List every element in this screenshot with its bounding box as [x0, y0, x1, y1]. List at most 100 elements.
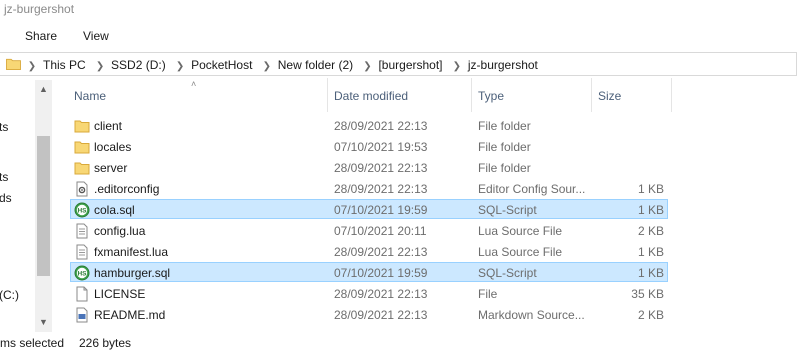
file-row[interactable]: LICENSE 28/09/2021 22:13 File 35 KB — [70, 283, 668, 303]
file-name: locales — [94, 140, 132, 154]
sql-script-icon: HS — [74, 202, 90, 218]
config-file-icon — [76, 181, 88, 197]
markdown-file-icon — [76, 307, 88, 323]
svg-text:HS: HS — [77, 271, 87, 278]
column-header-label: Size — [598, 89, 622, 103]
file-size: 1 KB — [637, 182, 664, 196]
breadcrumb-item[interactable]: [burgershot] — [375, 58, 445, 72]
selection-size: 226 bytes — [79, 336, 132, 350]
breadcrumb-item[interactable]: SSD2 (D:) — [108, 58, 169, 72]
ribbon: Share View — [0, 22, 799, 48]
folder-icon — [74, 141, 90, 154]
scroll-up-icon[interactable]: ▲ — [35, 84, 52, 94]
nav-item[interactable]: ts — [0, 170, 8, 184]
chevron-right-icon: ❯ — [27, 61, 37, 72]
status-bar: ms selected 226 bytes — [0, 332, 799, 353]
title-bar: jz-burgershot — [0, 0, 799, 22]
file-size: 2 KB — [637, 308, 664, 322]
file-date-modified: 07/10/2021 19:59 — [334, 266, 428, 280]
nav-item-drive-c[interactable]: (C:) — [0, 288, 19, 302]
column-header-type[interactable]: Type — [472, 78, 592, 112]
file-size: 1 KB — [637, 266, 664, 280]
file-type: Lua Source File — [478, 224, 563, 238]
file-size: 35 KB — [631, 287, 664, 301]
chevron-right-icon[interactable]: ❯ — [259, 61, 275, 72]
folder-icon — [74, 120, 90, 133]
column-header-label: Type — [478, 89, 505, 103]
file-row[interactable]: HS cola.sql 07/10/2021 19:59 SQL-Script 1 KB — [70, 199, 668, 219]
file-size: 1 KB — [637, 245, 664, 259]
breadcrumb: ❯ This PC ❯ SSD2 (D:) ❯ PocketHost ❯ New fol… — [24, 58, 541, 72]
column-header-name[interactable]: Name — [68, 78, 328, 112]
file-date-modified: 28/09/2021 22:13 — [334, 308, 428, 322]
scroll-down-icon[interactable]: ▼ — [35, 317, 52, 327]
file-type: File folder — [478, 119, 531, 133]
file-name: server — [94, 161, 128, 175]
file-row[interactable]: server 28/09/2021 22:13 File folder — [70, 157, 668, 177]
chevron-right-icon[interactable]: ❯ — [92, 61, 108, 72]
svg-text:HS: HS — [77, 208, 87, 215]
file-name: LICENSE — [94, 287, 146, 301]
column-header-label: Date modified — [334, 89, 409, 103]
nav-scrollbar[interactable]: ▲ ▼ — [35, 80, 52, 332]
breadcrumb-item[interactable]: PocketHost — [188, 58, 255, 72]
column-header-size[interactable]: Size — [592, 78, 672, 112]
tab-share[interactable]: Share — [25, 29, 57, 43]
file-row[interactable]: locales 07/10/2021 19:53 File folder — [70, 136, 668, 156]
breadcrumb-item[interactable]: This PC — [40, 58, 89, 72]
column-header-date[interactable]: Date modified — [328, 78, 472, 112]
file-type: Editor Config Sour... — [478, 182, 586, 196]
file-name: client — [94, 119, 123, 133]
file-type: SQL-Script — [478, 203, 537, 217]
file-date-modified: 28/09/2021 22:13 — [334, 287, 428, 301]
sql-script-icon: HS — [74, 265, 90, 281]
file-date-modified: 07/10/2021 19:53 — [334, 140, 428, 154]
file-row[interactable]: fxmanifest.lua 28/09/2021 22:13 Lua Source… — [70, 241, 668, 261]
column-header-label: Name — [74, 89, 107, 103]
document-icon — [76, 244, 88, 260]
document-icon — [76, 223, 88, 239]
breadcrumb-item[interactable]: New folder (2) — [275, 58, 356, 72]
file-date-modified: 28/09/2021 22:13 — [334, 161, 428, 175]
window-title: jz-burgershot — [4, 2, 75, 16]
file-date-modified: 07/10/2021 20:11 — [334, 224, 427, 238]
file-list: ˄ Name Date modified Type Size client 28/… — [52, 78, 799, 332]
file-date-modified: 28/09/2021 22:13 — [334, 245, 428, 259]
chevron-right-icon[interactable]: ❯ — [172, 61, 188, 72]
chevron-right-icon[interactable]: ❯ — [359, 61, 375, 72]
selection-count: ms selected — [0, 336, 65, 350]
column-header-row: ˄ Name Date modified Type Size — [52, 78, 799, 112]
file-size: 2 KB — [637, 224, 664, 238]
breadcrumb-item[interactable]: jz-burgershot — [465, 58, 541, 72]
file-row[interactable]: HS hamburger.sql 07/10/2021 19:59 SQL-Scrip… — [70, 262, 668, 282]
file-row[interactable]: config.lua 07/10/2021 20:11 Lua Source Fil… — [70, 220, 668, 240]
address-bar[interactable]: ❯ This PC ❯ SSD2 (D:) ❯ PocketHost ❯ New fol… — [0, 52, 797, 76]
file-name: fxmanifest.lua — [94, 245, 169, 259]
file-type: File folder — [478, 140, 531, 154]
file-size: 1 KB — [637, 203, 664, 217]
file-date-modified: 28/09/2021 22:13 — [334, 182, 428, 196]
file-row[interactable]: .editorconfig 28/09/2021 22:13 Editor Conf… — [70, 178, 668, 198]
file-name: config.lua — [94, 224, 146, 238]
file-type: Lua Source File — [478, 245, 563, 259]
file-name: .editorconfig — [94, 182, 160, 196]
folder-icon — [6, 58, 21, 70]
nav-item[interactable]: ds — [0, 191, 12, 205]
blank-file-icon — [76, 286, 88, 302]
file-date-modified: 07/10/2021 19:59 — [334, 203, 428, 217]
file-type: File — [478, 287, 498, 301]
folder-icon — [74, 162, 90, 175]
tab-view[interactable]: View — [83, 29, 109, 43]
file-name: README.md — [94, 308, 166, 322]
file-row[interactable]: README.md 28/09/2021 22:13 Markdown Source… — [70, 304, 668, 324]
file-type: SQL-Script — [478, 266, 537, 280]
scroll-thumb[interactable] — [37, 136, 50, 276]
file-type: File folder — [478, 161, 531, 175]
file-row[interactable]: client 28/09/2021 22:13 File folder — [70, 115, 668, 135]
chevron-right-icon[interactable]: ❯ — [449, 61, 465, 72]
file-date-modified: 28/09/2021 22:13 — [334, 119, 428, 133]
nav-item[interactable]: ts — [0, 120, 8, 134]
file-name: cola.sql — [94, 203, 135, 217]
file-type: Markdown Source... — [478, 308, 585, 322]
file-name: hamburger.sql — [94, 266, 171, 280]
